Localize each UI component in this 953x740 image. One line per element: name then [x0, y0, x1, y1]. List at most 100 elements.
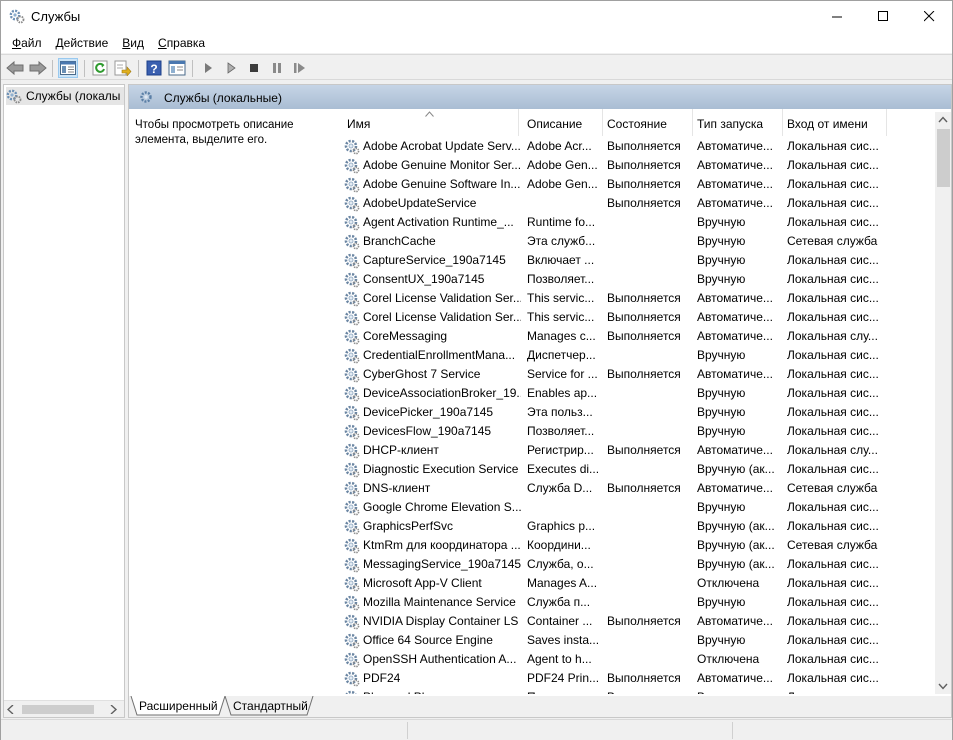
- menu-action[interactable]: Действие: [49, 36, 116, 50]
- service-row[interactable]: Google Chrome Elevation S... Вручную Локал…: [343, 498, 937, 517]
- tree-item-label: Службы (локалы: [26, 89, 121, 103]
- help-button[interactable]: ?: [144, 58, 164, 78]
- console-tree-pane: Службы (локалы: [3, 84, 125, 718]
- cell-status: [607, 593, 693, 612]
- cell-logon-as: Локальная сис...: [787, 519, 879, 533]
- service-gear-icon: [344, 253, 360, 269]
- service-row[interactable]: Diagnostic Execution Service Executes di.…: [343, 460, 937, 479]
- cell-name: KtmRm для координатора ...: [363, 538, 521, 552]
- cell-description: Manages c...: [527, 329, 596, 343]
- cell-status: [607, 650, 693, 669]
- service-row[interactable]: DeviceAssociationBroker_19... Enables ap.…: [343, 384, 937, 403]
- close-button[interactable]: [906, 1, 952, 32]
- arrow-right-icon: [29, 61, 47, 75]
- menu-help[interactable]: Справка: [151, 36, 212, 50]
- service-row[interactable]: DHCP-клиент Регистрир... Выполняется Автома…: [343, 441, 937, 460]
- cell-name: Adobe Acrobat Update Serv...: [363, 139, 521, 153]
- scroll-up-icon[interactable]: [938, 116, 948, 123]
- cell-status: Выполняется: [607, 177, 681, 191]
- column-header-startup-type[interactable]: Тип запуска: [693, 109, 783, 136]
- cell-description: This servic...: [527, 291, 595, 305]
- service-row[interactable]: ConsentUX_190a7145 Позволяет... Вручную Лок…: [343, 270, 937, 289]
- service-row[interactable]: Corel License Validation Ser... This serv…: [343, 289, 937, 308]
- start-service-params-button[interactable]: [221, 58, 241, 78]
- pause-service-button[interactable]: [267, 58, 287, 78]
- restart-service-button[interactable]: [290, 58, 310, 78]
- service-row[interactable]: DevicesFlow_190a7145 Позволяет... Вручную Л…: [343, 422, 937, 441]
- scroll-right-icon[interactable]: [110, 705, 118, 714]
- service-gear-icon: [344, 177, 360, 193]
- list-vertical-scrollbar[interactable]: [935, 112, 951, 694]
- cell-logon-as: Локальная сис...: [787, 633, 879, 647]
- minimize-button[interactable]: [814, 1, 860, 32]
- service-row[interactable]: CaptureService_190a7145 Включает ... Вручн…: [343, 251, 937, 270]
- cell-startup-type: Вручную: [697, 633, 746, 647]
- tab-extended[interactable]: Расширенный: [131, 697, 226, 716]
- service-row[interactable]: BranchCache Эта служб... Вручную Сетевая сл…: [343, 232, 937, 251]
- service-row[interactable]: MessagingService_190a7145 Служба, о... Вру…: [343, 555, 937, 574]
- refresh-button[interactable]: [90, 58, 110, 78]
- stop-service-button[interactable]: [244, 58, 264, 78]
- column-header-logon-as[interactable]: Вход от имени: [783, 109, 887, 136]
- column-header-name[interactable]: Имя: [343, 109, 519, 136]
- service-row[interactable]: Microsoft App-V Client Manages A... Отключ…: [343, 574, 937, 593]
- tree-item-services-local[interactable]: Службы (локалы: [6, 87, 124, 105]
- service-gear-icon: [344, 329, 360, 345]
- service-row[interactable]: OpenSSH Authentication A... Agent to h...…: [343, 650, 937, 669]
- properties-button[interactable]: [167, 58, 187, 78]
- service-row[interactable]: AdobeUpdateService Выполняется Автоматиче.…: [343, 194, 937, 213]
- column-header-description[interactable]: Описание: [523, 109, 603, 136]
- cell-status: Выполняется: [607, 196, 681, 210]
- cell-logon-as: Локальная сис...: [787, 310, 879, 324]
- cell-name: Corel License Validation Ser...: [363, 310, 521, 324]
- service-row[interactable]: GraphicsPerfSvc Graphics p... Вручную (ак.…: [343, 517, 937, 536]
- cell-logon-as: Локальная сис...: [787, 671, 879, 685]
- cell-name: Mozilla Maintenance Service: [363, 595, 516, 609]
- service-row[interactable]: CredentialEnrollmentMana... Диспетчер... В…: [343, 346, 937, 365]
- show-console-tree-button[interactable]: [58, 58, 78, 78]
- column-header-status[interactable]: Состояние: [603, 109, 693, 136]
- service-row[interactable]: PDF24 PDF24 Prin... Выполняется Автоматиче.…: [343, 669, 937, 688]
- service-row[interactable]: Mozilla Maintenance Service Служба п... Вр…: [343, 593, 937, 612]
- scroll-left-icon[interactable]: [7, 705, 15, 714]
- tree-horizontal-scrollbar[interactable]: [4, 700, 124, 717]
- cell-description: Enables ap...: [527, 386, 598, 400]
- service-row[interactable]: DevicePicker_190a7145 Эта польз... Вручную…: [343, 403, 937, 422]
- export-list-button[interactable]: [113, 58, 133, 78]
- service-row[interactable]: Corel License Validation Ser... This serv…: [343, 308, 937, 327]
- service-row[interactable]: Adobe Genuine Monitor Ser... Adobe Gen...…: [343, 156, 937, 175]
- maximize-button[interactable]: [860, 1, 906, 32]
- scroll-thumb[interactable]: [22, 705, 94, 714]
- cell-logon-as: Локальная сис...: [787, 405, 879, 419]
- cell-logon-as: Локальная сис...: [787, 386, 879, 400]
- service-row[interactable]: Office 64 Source Engine Saves insta... Вру…: [343, 631, 937, 650]
- service-gear-icon: [344, 538, 360, 554]
- scroll-down-icon[interactable]: [938, 683, 948, 690]
- service-row[interactable]: Adobe Genuine Software In... Adobe Gen...…: [343, 175, 937, 194]
- forward-button[interactable]: [28, 58, 48, 78]
- service-row[interactable]: CoreMessaging Manages c... Выполняется Авто…: [343, 327, 937, 346]
- service-row[interactable]: DNS-клиент Служба D... Выполняется Автомати…: [343, 479, 937, 498]
- service-row[interactable]: CyberGhost 7 Service Service for ... Выпол…: [343, 365, 937, 384]
- scroll-thumb[interactable]: [937, 129, 950, 187]
- cell-name: Agent Activation Runtime_...: [363, 215, 514, 229]
- service-row[interactable]: Plug and Play Позволяет... Выполняется Вруч…: [343, 688, 937, 694]
- panel-header: Службы (локальные): [129, 85, 951, 109]
- menu-view[interactable]: Вид: [115, 36, 151, 50]
- service-row[interactable]: KtmRm для координатора ... Координи... Вру…: [343, 536, 937, 555]
- cell-startup-type: Вручную: [697, 234, 746, 248]
- refresh-icon: [92, 60, 108, 76]
- tab-standard[interactable]: Стандартный: [225, 697, 316, 716]
- menu-file[interactable]: Файл: [5, 36, 49, 50]
- service-row[interactable]: Agent Activation Runtime_... Runtime fo..…: [343, 213, 937, 232]
- cell-logon-as: Локальная сис...: [787, 595, 879, 609]
- cell-name: Microsoft App-V Client: [363, 576, 482, 590]
- console-tree-icon: [60, 61, 76, 75]
- start-service-button[interactable]: [198, 58, 218, 78]
- cell-startup-type: Отключена: [697, 576, 760, 590]
- service-row[interactable]: NVIDIA Display Container LS Container ...…: [343, 612, 937, 631]
- service-row[interactable]: Adobe Acrobat Update Serv... Adobe Acr...…: [343, 137, 937, 156]
- back-button[interactable]: [5, 58, 25, 78]
- cell-logon-as: Локальная сис...: [787, 158, 879, 172]
- cell-description: This servic...: [527, 310, 595, 324]
